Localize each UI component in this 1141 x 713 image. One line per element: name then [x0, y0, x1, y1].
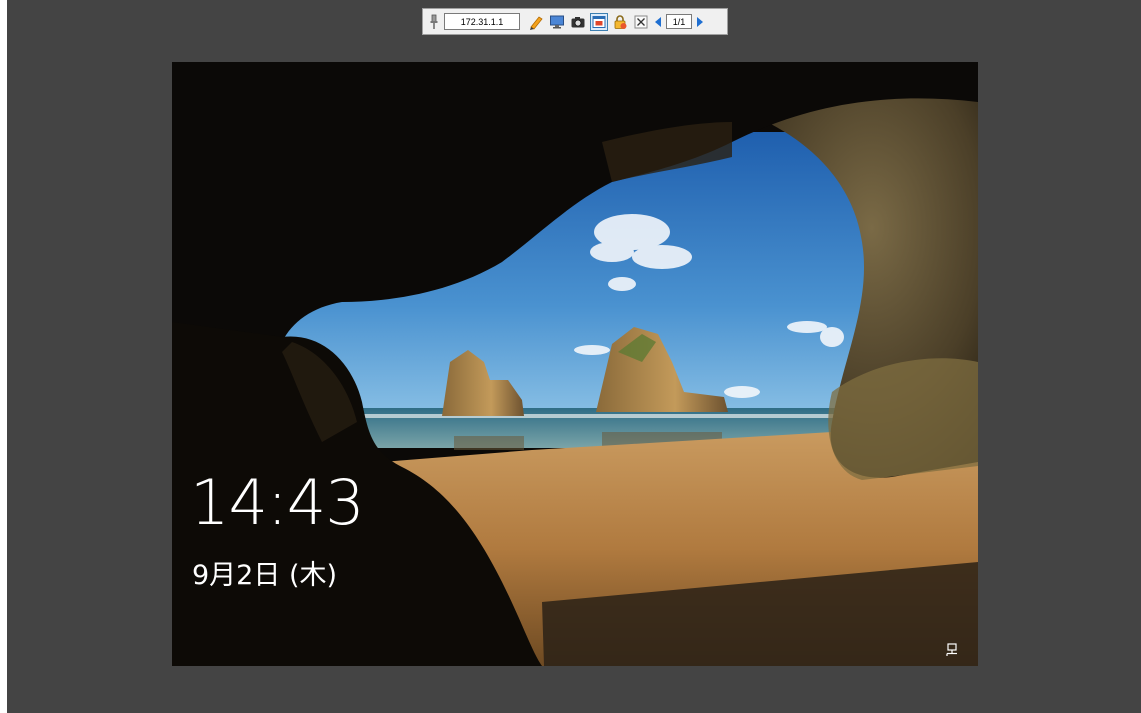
viewer-toolbar: 172.31.1.1 1/1: [422, 8, 728, 35]
address-field: 172.31.1.1: [444, 13, 520, 30]
lockscreen-time: 14:43: [190, 466, 365, 539]
network-icon[interactable]: [945, 642, 961, 656]
fit-window-icon[interactable]: [590, 12, 608, 31]
lock-icon[interactable]: [611, 13, 629, 31]
next-arrow-icon[interactable]: [695, 13, 705, 31]
close-icon[interactable]: [632, 13, 650, 31]
prev-arrow-icon[interactable]: [653, 13, 663, 31]
lockscreen-date: 9月2日 (木): [192, 560, 338, 591]
monitor-icon[interactable]: [548, 13, 566, 31]
remote-lock-screen[interactable]: 14:43 9月2日 (木): [172, 62, 978, 666]
pin-icon[interactable]: [427, 13, 441, 31]
pencil-icon[interactable]: [527, 13, 545, 31]
camera-icon[interactable]: [569, 13, 587, 31]
window-border: [0, 0, 7, 713]
page-indicator[interactable]: 1/1: [666, 14, 692, 29]
